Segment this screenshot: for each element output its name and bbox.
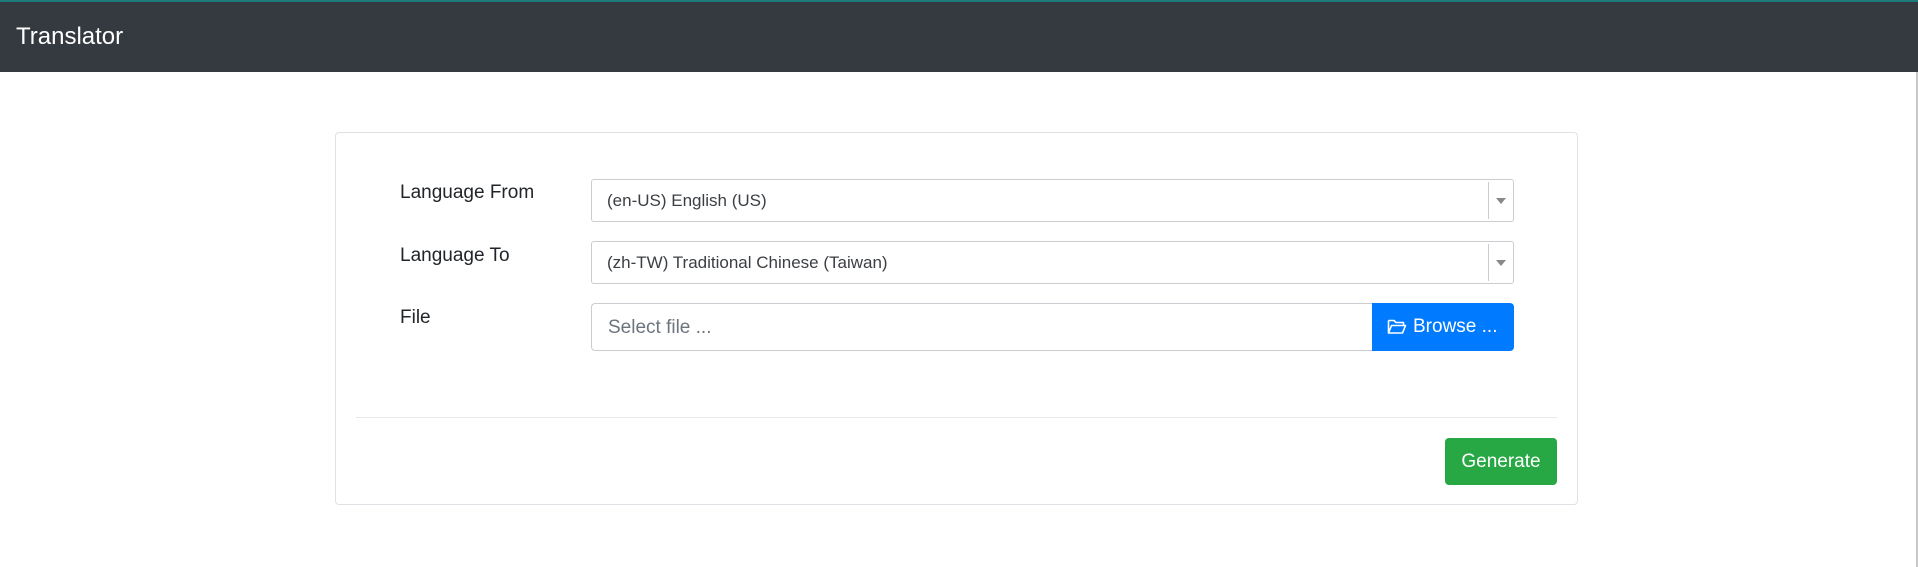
navbar: Translator (0, 0, 1918, 72)
file-label: File (400, 307, 431, 328)
file-placeholder: Select file ... (608, 317, 712, 338)
language-from-value: (en-US) English (US) (607, 191, 767, 210)
folder-open-icon (1387, 319, 1407, 334)
file-input[interactable]: Select file ... (591, 303, 1373, 351)
language-to-value: (zh-TW) Traditional Chinese (Taiwan) (607, 253, 888, 272)
select-divider (1488, 182, 1489, 219)
select-divider (1488, 244, 1489, 281)
language-from-select[interactable]: (en-US) English (US) (591, 179, 1514, 222)
language-from-label: Language From (400, 182, 535, 203)
app-title[interactable]: Translator (16, 22, 123, 52)
browse-button[interactable]: Browse ... (1372, 303, 1514, 351)
translator-form-card: Language From (en-US) English (US) Langu… (335, 132, 1578, 505)
caret-down-icon[interactable] (1496, 260, 1506, 266)
form-divider (356, 417, 1557, 418)
caret-down-icon[interactable] (1496, 198, 1506, 204)
browse-label: Browse ... (1413, 316, 1498, 337)
language-to-label: Language To (400, 245, 510, 266)
language-to-select[interactable]: (zh-TW) Traditional Chinese (Taiwan) (591, 241, 1514, 284)
generate-button[interactable]: Generate (1445, 438, 1557, 485)
